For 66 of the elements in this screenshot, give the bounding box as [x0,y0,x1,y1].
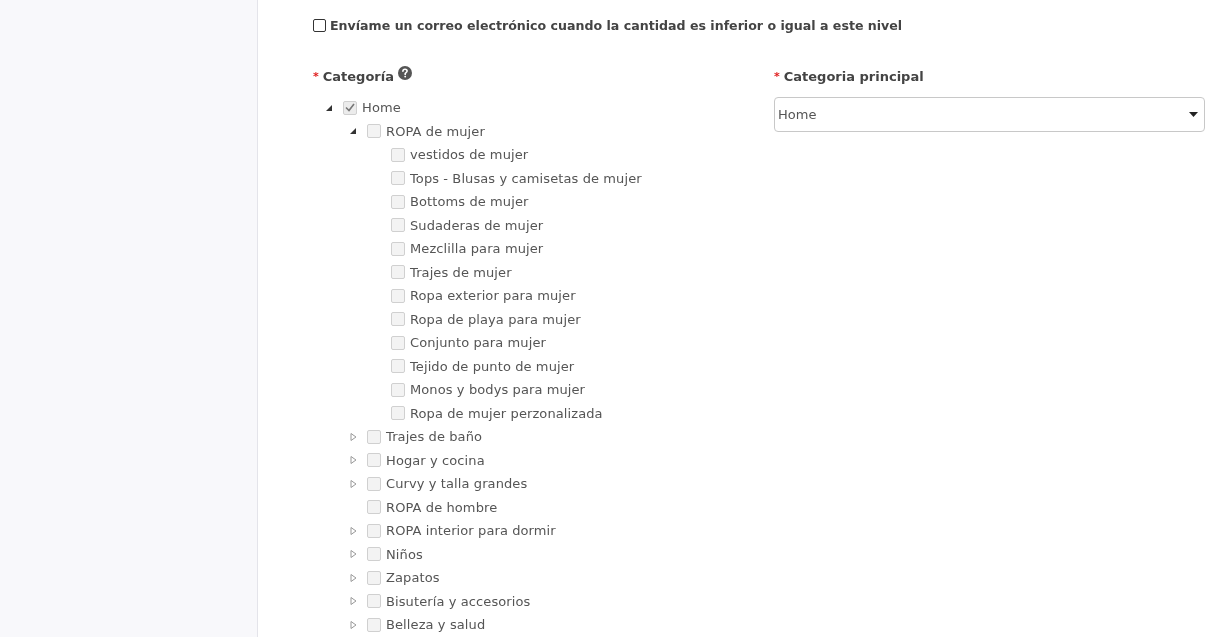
tree-item-label[interactable]: Ropa de playa para mujer [410,311,581,327]
tree-item-label[interactable]: Zapatos [386,570,440,586]
tree-item-label[interactable]: vestidos de mujer [410,147,529,163]
tree-item-label[interactable]: ROPA de mujer [386,123,485,139]
tree-checkbox[interactable] [367,594,381,609]
tree-item-label[interactable]: Sudaderas de mujer [410,217,544,233]
collapsed-arrow-icon[interactable] [349,526,357,535]
tree-item-label[interactable]: Ropa de mujer perzonalizada [410,405,603,421]
tree-item-label[interactable]: ROPA interior para dormir [386,523,556,539]
collapsed-arrow-icon[interactable] [349,620,357,629]
tree-checkbox[interactable] [391,194,405,209]
tree-item-label[interactable]: Conjunto para mujer [410,335,546,351]
tree-item-label[interactable]: Niños [386,546,423,562]
tree-item-label[interactable]: Ropa exterior para mujer [410,288,576,304]
email-checkbox[interactable] [313,18,326,32]
tree-item-label[interactable]: Bisutería y accesorios [386,593,531,609]
tree-item-label[interactable]: ROPA de hombre [386,499,498,515]
tree-checkbox[interactable] [367,429,381,444]
tree-item-label[interactable]: Monos y bodys para mujer [410,382,586,398]
check-icon [345,103,355,113]
required-mark: * [774,69,780,83]
category-select[interactable]: Home [774,97,1205,132]
expanded-arrow-icon[interactable] [349,127,357,136]
tree-checkbox[interactable] [391,218,405,233]
tree-checkbox[interactable] [391,406,405,421]
tree-checkbox[interactable] [367,617,381,632]
tree-checkbox[interactable] [391,382,405,397]
tree-item-label[interactable]: Trajes de mujer [410,264,512,280]
tree-item-label[interactable]: Home [362,100,401,116]
collapsed-arrow-icon[interactable] [349,456,357,465]
collapsed-arrow-icon[interactable] [349,550,357,559]
tree-checkbox[interactable] [367,523,381,538]
tree-checkbox[interactable] [367,453,381,468]
tree-item-label[interactable]: Curvy y talla grandes [386,476,528,492]
expanded-arrow-icon[interactable] [325,103,333,112]
tree-item-label[interactable]: Mezclilla para mujer [410,241,544,257]
collapsed-arrow-icon[interactable] [349,479,357,488]
tree-item-label[interactable]: Belleza y salud [386,617,486,633]
tree-item-label[interactable]: Hogar y cocina [386,452,485,468]
tree-item-label[interactable]: Bottoms de mujer [410,194,529,210]
help-icon[interactable] [398,66,412,80]
required-mark: * [313,69,319,83]
tree-checkbox[interactable] [391,147,405,162]
tree-item-label[interactable]: Trajes de baño [386,429,483,445]
tree-checkbox[interactable] [367,547,381,562]
tree-checkbox[interactable] [367,500,381,515]
tree-checkbox[interactable] [391,241,405,256]
tree-checkbox[interactable] [343,100,357,115]
tree-item-label[interactable]: Tops - Blusas y camisetas de mujer [410,170,642,186]
field-label: Categoria principal [783,68,924,84]
tree-checkbox[interactable] [391,359,405,374]
caret-icon [1189,112,1198,117]
tree-checkbox[interactable] [367,124,381,139]
tree-checkbox[interactable] [391,312,405,327]
tree-checkbox[interactable] [391,288,405,303]
collapsed-arrow-icon[interactable] [349,573,357,582]
tree-checkbox[interactable] [367,570,381,585]
collapsed-arrow-icon[interactable] [349,432,357,441]
tree-checkbox[interactable] [391,335,405,350]
tree-item-label[interactable]: Tejido de punto de mujer [410,358,575,374]
tree-checkbox[interactable] [367,476,381,491]
collapsed-arrow-icon[interactable] [349,597,357,606]
tree-checkbox[interactable] [391,171,405,186]
tree-checkbox[interactable] [391,265,405,280]
checkbox-label: Envíame un correo electrónico cuando la cantidad es inferior o igual a este nivel [330,17,903,33]
field-label: Categoría [322,68,394,84]
